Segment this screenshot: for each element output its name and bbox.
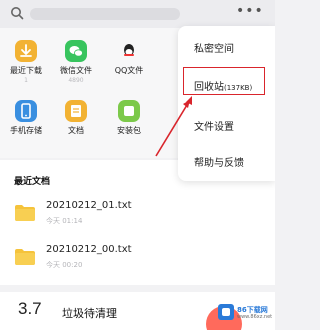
trash-label: 垃圾待清理 <box>62 307 117 320</box>
menu-item-file-settings[interactable]: 文件设置 <box>194 118 234 133</box>
apk-icon <box>118 100 140 122</box>
qq-icon <box>118 40 140 62</box>
category-label: 最近下载 <box>10 66 42 75</box>
search-input[interactable] <box>30 8 180 20</box>
section-title: 最近文档 <box>14 177 51 187</box>
file-manager-screen: ••• 最近下载 1 微信文件 4890 QQ文件 手机存储 文档 安装包 最近… <box>0 0 275 330</box>
list-item[interactable]: 20210212_00.txt 今天 00:20 <box>14 242 264 278</box>
watermark-subtext: www.86xz.net <box>237 314 273 320</box>
category-qq-files[interactable]: QQ文件 <box>105 40 153 76</box>
watermark-logo-icon <box>218 304 234 320</box>
category-phone-storage[interactable]: 手机存储 <box>2 100 50 136</box>
category-label: 安装包 <box>117 126 141 135</box>
annotation-arrow-icon <box>155 96 192 157</box>
category-count: 4890 <box>68 77 84 84</box>
document-time: 今天 01:14 <box>46 217 83 225</box>
category-label: 手机存储 <box>10 126 42 135</box>
menu-item-private-space[interactable]: 私密空间 <box>194 40 234 55</box>
category-wechat-files[interactable]: 微信文件 4890 <box>52 40 100 84</box>
folder-icon <box>15 249 35 265</box>
wechat-icon <box>65 40 87 62</box>
folder-icon <box>15 205 35 221</box>
category-count: 1 <box>24 77 28 84</box>
list-item[interactable]: 20210212_01.txt 今天 01:14 <box>14 198 264 234</box>
more-options-icon[interactable]: ••• <box>236 4 263 18</box>
search-icon <box>11 7 24 20</box>
watermark: 86下载网 www.86xz.net <box>218 300 273 326</box>
document-name: 20210212_00.txt <box>46 244 132 255</box>
category-apk[interactable]: 安装包 <box>105 100 153 136</box>
search-bar[interactable]: ••• <box>0 0 275 28</box>
category-documents[interactable]: 文档 <box>52 100 100 136</box>
trash-size-value: 3.7 <box>18 299 42 318</box>
document-icon <box>65 100 87 122</box>
category-recent-downloads[interactable]: 最近下载 1 <box>2 40 50 84</box>
category-label: 文档 <box>68 126 84 135</box>
category-label: QQ文件 <box>114 66 144 75</box>
download-icon <box>15 40 37 62</box>
phone-storage-icon <box>15 100 37 122</box>
document-name: 20210212_01.txt <box>46 200 132 211</box>
menu-item-help-feedback[interactable]: 帮助与反馈 <box>194 154 244 169</box>
document-time: 今天 00:20 <box>46 261 83 269</box>
category-label: 微信文件 <box>60 66 92 75</box>
